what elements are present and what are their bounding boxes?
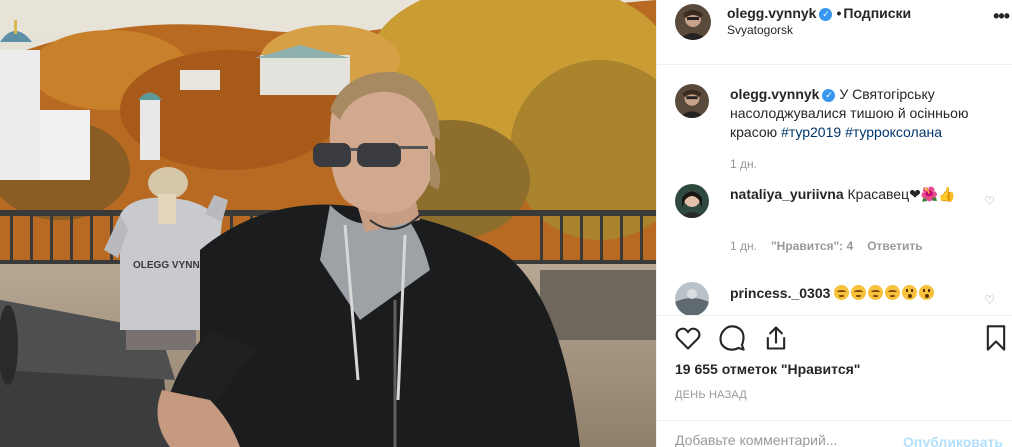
add-comment-input[interactable] (675, 432, 895, 447)
crying-face-icon (885, 285, 901, 300)
post-location[interactable]: Svyatogorsk (727, 23, 793, 37)
commenter-avatar[interactable] (675, 282, 709, 315)
share-icon[interactable] (762, 324, 790, 352)
crying-face-icon (834, 285, 850, 300)
bookmark-icon[interactable] (982, 324, 1010, 352)
post-photo[interactable]: OLEGG VYNNYK (0, 0, 656, 447)
commenter-avatar[interactable] (675, 184, 709, 218)
post-timestamp[interactable]: ДЕНЬ НАЗАД (675, 389, 747, 401)
comment-username[interactable]: nataliya_yuriivna (730, 186, 844, 202)
author-username[interactable]: olegg.vynnyk (727, 5, 816, 21)
likes-count[interactable]: 19 655 отметок "Нравится" (675, 361, 860, 377)
comment-username[interactable]: princess._0303 (730, 285, 830, 301)
following-button[interactable]: Подписки (843, 5, 911, 21)
verified-badge-icon: ✓ (822, 89, 836, 102)
reply-button[interactable]: Ответить (867, 239, 922, 253)
author-line: olegg.vynnyk ✓ • Подписки (727, 5, 911, 21)
crying-face-icon (868, 285, 884, 300)
publish-button[interactable]: Опубликовать (903, 434, 1003, 447)
crying-face-icon (851, 285, 867, 300)
comment-emoji: ❤🌺👍 (909, 186, 956, 202)
verified-badge-icon: ✓ (819, 8, 833, 21)
surprised-face-icon (902, 285, 918, 300)
comments-list[interactable]: olegg.vynnyk ✓ У Святогірську насолоджува… (657, 65, 1012, 315)
post-header: olegg.vynnyk ✓ • Подписки Svyatogorsk ••• (657, 0, 1012, 44)
comment-text: Красавец (847, 186, 910, 202)
heart-icon[interactable] (674, 324, 702, 352)
caption-timestamp[interactable]: 1 дн. (730, 157, 757, 171)
photo-image: OLEGG VYNNYK (0, 0, 656, 447)
author-avatar[interactable] (675, 4, 711, 40)
comment-meta: 1 дн. "Нравится": 4 Ответить (730, 239, 923, 253)
comment-body: princess._0303 (730, 284, 970, 303)
comment-like-heart-icon[interactable]: ♡ (984, 194, 995, 208)
post-caption: olegg.vynnyk ✓ У Святогірську насолоджува… (730, 85, 990, 142)
comment-timestamp[interactable]: 1 дн. (730, 239, 757, 253)
comment-like-heart-icon[interactable]: ♡ (984, 293, 995, 307)
caption-username[interactable]: olegg.vynnyk (730, 86, 819, 102)
separator-dot: • (836, 5, 842, 21)
surprised-face-icon (919, 285, 935, 300)
add-comment-divider (657, 420, 1012, 421)
comment-emoji-row (834, 285, 936, 301)
hashtag-link[interactable]: #тур2019 (781, 124, 841, 140)
caption-avatar[interactable] (675, 84, 709, 118)
post-actions (657, 316, 1012, 360)
comment-likes-count[interactable]: "Нравится": 4 (771, 239, 853, 253)
comment-bubble-icon[interactable] (718, 324, 746, 352)
comment-body: nataliya_yuriivna Красавец❤🌺👍 (730, 185, 970, 204)
post-side-panel: olegg.vynnyk ✓ • Подписки Svyatogorsk ••• o… (656, 0, 1012, 447)
hashtag-link[interactable]: #турроксолана (845, 124, 942, 140)
more-options-icon[interactable]: ••• (993, 6, 1010, 27)
